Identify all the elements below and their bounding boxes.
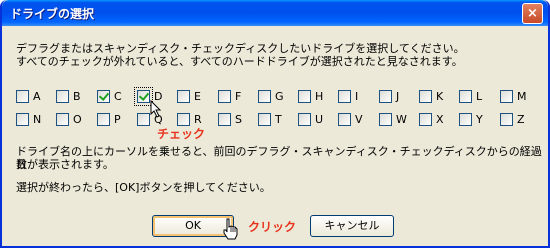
drive-checkbox-w[interactable] — [379, 113, 392, 126]
drive-checkbox-g[interactable] — [258, 90, 271, 103]
drive-label-e[interactable]: E — [194, 90, 201, 103]
drive-label-u[interactable]: U — [315, 113, 323, 126]
drive-checkbox-d[interactable] — [134, 87, 153, 106]
drive-checkbox-p[interactable] — [97, 113, 110, 126]
drive-label-i[interactable]: I — [355, 90, 358, 103]
drive-label-g[interactable]: G — [275, 90, 284, 103]
drive-checkbox-k[interactable] — [419, 90, 432, 103]
drive-label-t[interactable]: T — [275, 113, 282, 126]
drive-checkbox-q[interactable] — [137, 113, 150, 126]
drive-checkbox-b[interactable] — [56, 90, 69, 103]
drive-checkbox-a[interactable] — [16, 90, 29, 103]
drive-label-f[interactable]: F — [235, 90, 241, 103]
drive-checkbox-t[interactable] — [258, 113, 271, 126]
drive-select-dialog: ドライブの選択 × デフラグまたはスキャンディスク・チェックディスクしたいドライ… — [0, 0, 550, 248]
instruction-line-5: 選択が終わったら、[OK]ボタンを押してください。 — [16, 181, 271, 194]
click-annotation: クリック — [248, 220, 297, 234]
drive-label-k[interactable]: K — [436, 90, 443, 103]
drive-checkbox-h[interactable] — [298, 90, 311, 103]
title-bar[interactable]: ドライブの選択 × — [2, 0, 548, 26]
arrow-cursor-icon — [150, 100, 162, 118]
drive-label-a[interactable]: A — [33, 90, 41, 103]
drive-checkbox-e[interactable] — [177, 90, 190, 103]
cancel-button[interactable]: キャンセル — [310, 215, 394, 237]
check-annotation: チェック — [157, 127, 206, 141]
drive-label-l[interactable]: L — [476, 90, 482, 103]
instruction-line-1: デフラグまたはスキャンディスク・チェックディスクしたいドライブを選択してください… — [16, 42, 465, 55]
drive-checkbox-u[interactable] — [298, 113, 311, 126]
drive-checkbox-m[interactable] — [500, 90, 513, 103]
drive-label-w[interactable]: W — [396, 113, 407, 126]
drive-label-h[interactable]: H — [315, 90, 323, 103]
drive-label-z[interactable]: Z — [517, 113, 525, 126]
instruction-line-2: すべてのチェックが外れていると、すべてのハードドライブが選択されたと見なされます… — [16, 55, 463, 68]
drive-label-n[interactable]: N — [33, 113, 41, 126]
hand-cursor-icon — [223, 218, 238, 240]
drive-checkbox-c[interactable] — [97, 90, 110, 103]
drive-checkbox-x[interactable] — [419, 113, 432, 126]
drive-label-s[interactable]: S — [235, 113, 242, 126]
drive-label-m[interactable]: M — [517, 90, 527, 103]
drive-checkbox-f[interactable] — [218, 90, 231, 103]
drive-checkbox-s[interactable] — [218, 113, 231, 126]
drive-checkbox-n[interactable] — [16, 113, 29, 126]
drive-label-o[interactable]: O — [73, 113, 82, 126]
drive-checkbox-i[interactable] — [338, 90, 351, 103]
instruction-line-4: 数が表示されます。 — [16, 158, 114, 171]
drive-label-b[interactable]: B — [73, 90, 81, 103]
drive-label-y[interactable]: Y — [476, 113, 483, 126]
drive-checkbox-l[interactable] — [459, 90, 472, 103]
drive-label-j[interactable]: J — [396, 90, 399, 103]
drive-checkbox-y[interactable] — [459, 113, 472, 126]
drive-label-x[interactable]: X — [436, 113, 444, 126]
close-button[interactable]: × — [522, 3, 543, 24]
drive-label-c[interactable]: C — [114, 90, 122, 103]
drive-checkbox-o[interactable] — [56, 113, 69, 126]
drive-checkbox-v[interactable] — [338, 113, 351, 126]
drive-label-v[interactable]: V — [355, 113, 363, 126]
drive-checkbox-j[interactable] — [379, 90, 392, 103]
drive-checkbox-z[interactable] — [500, 113, 513, 126]
drive-label-p[interactable]: P — [114, 113, 121, 126]
window-title: ドライブの選択 — [10, 7, 95, 21]
